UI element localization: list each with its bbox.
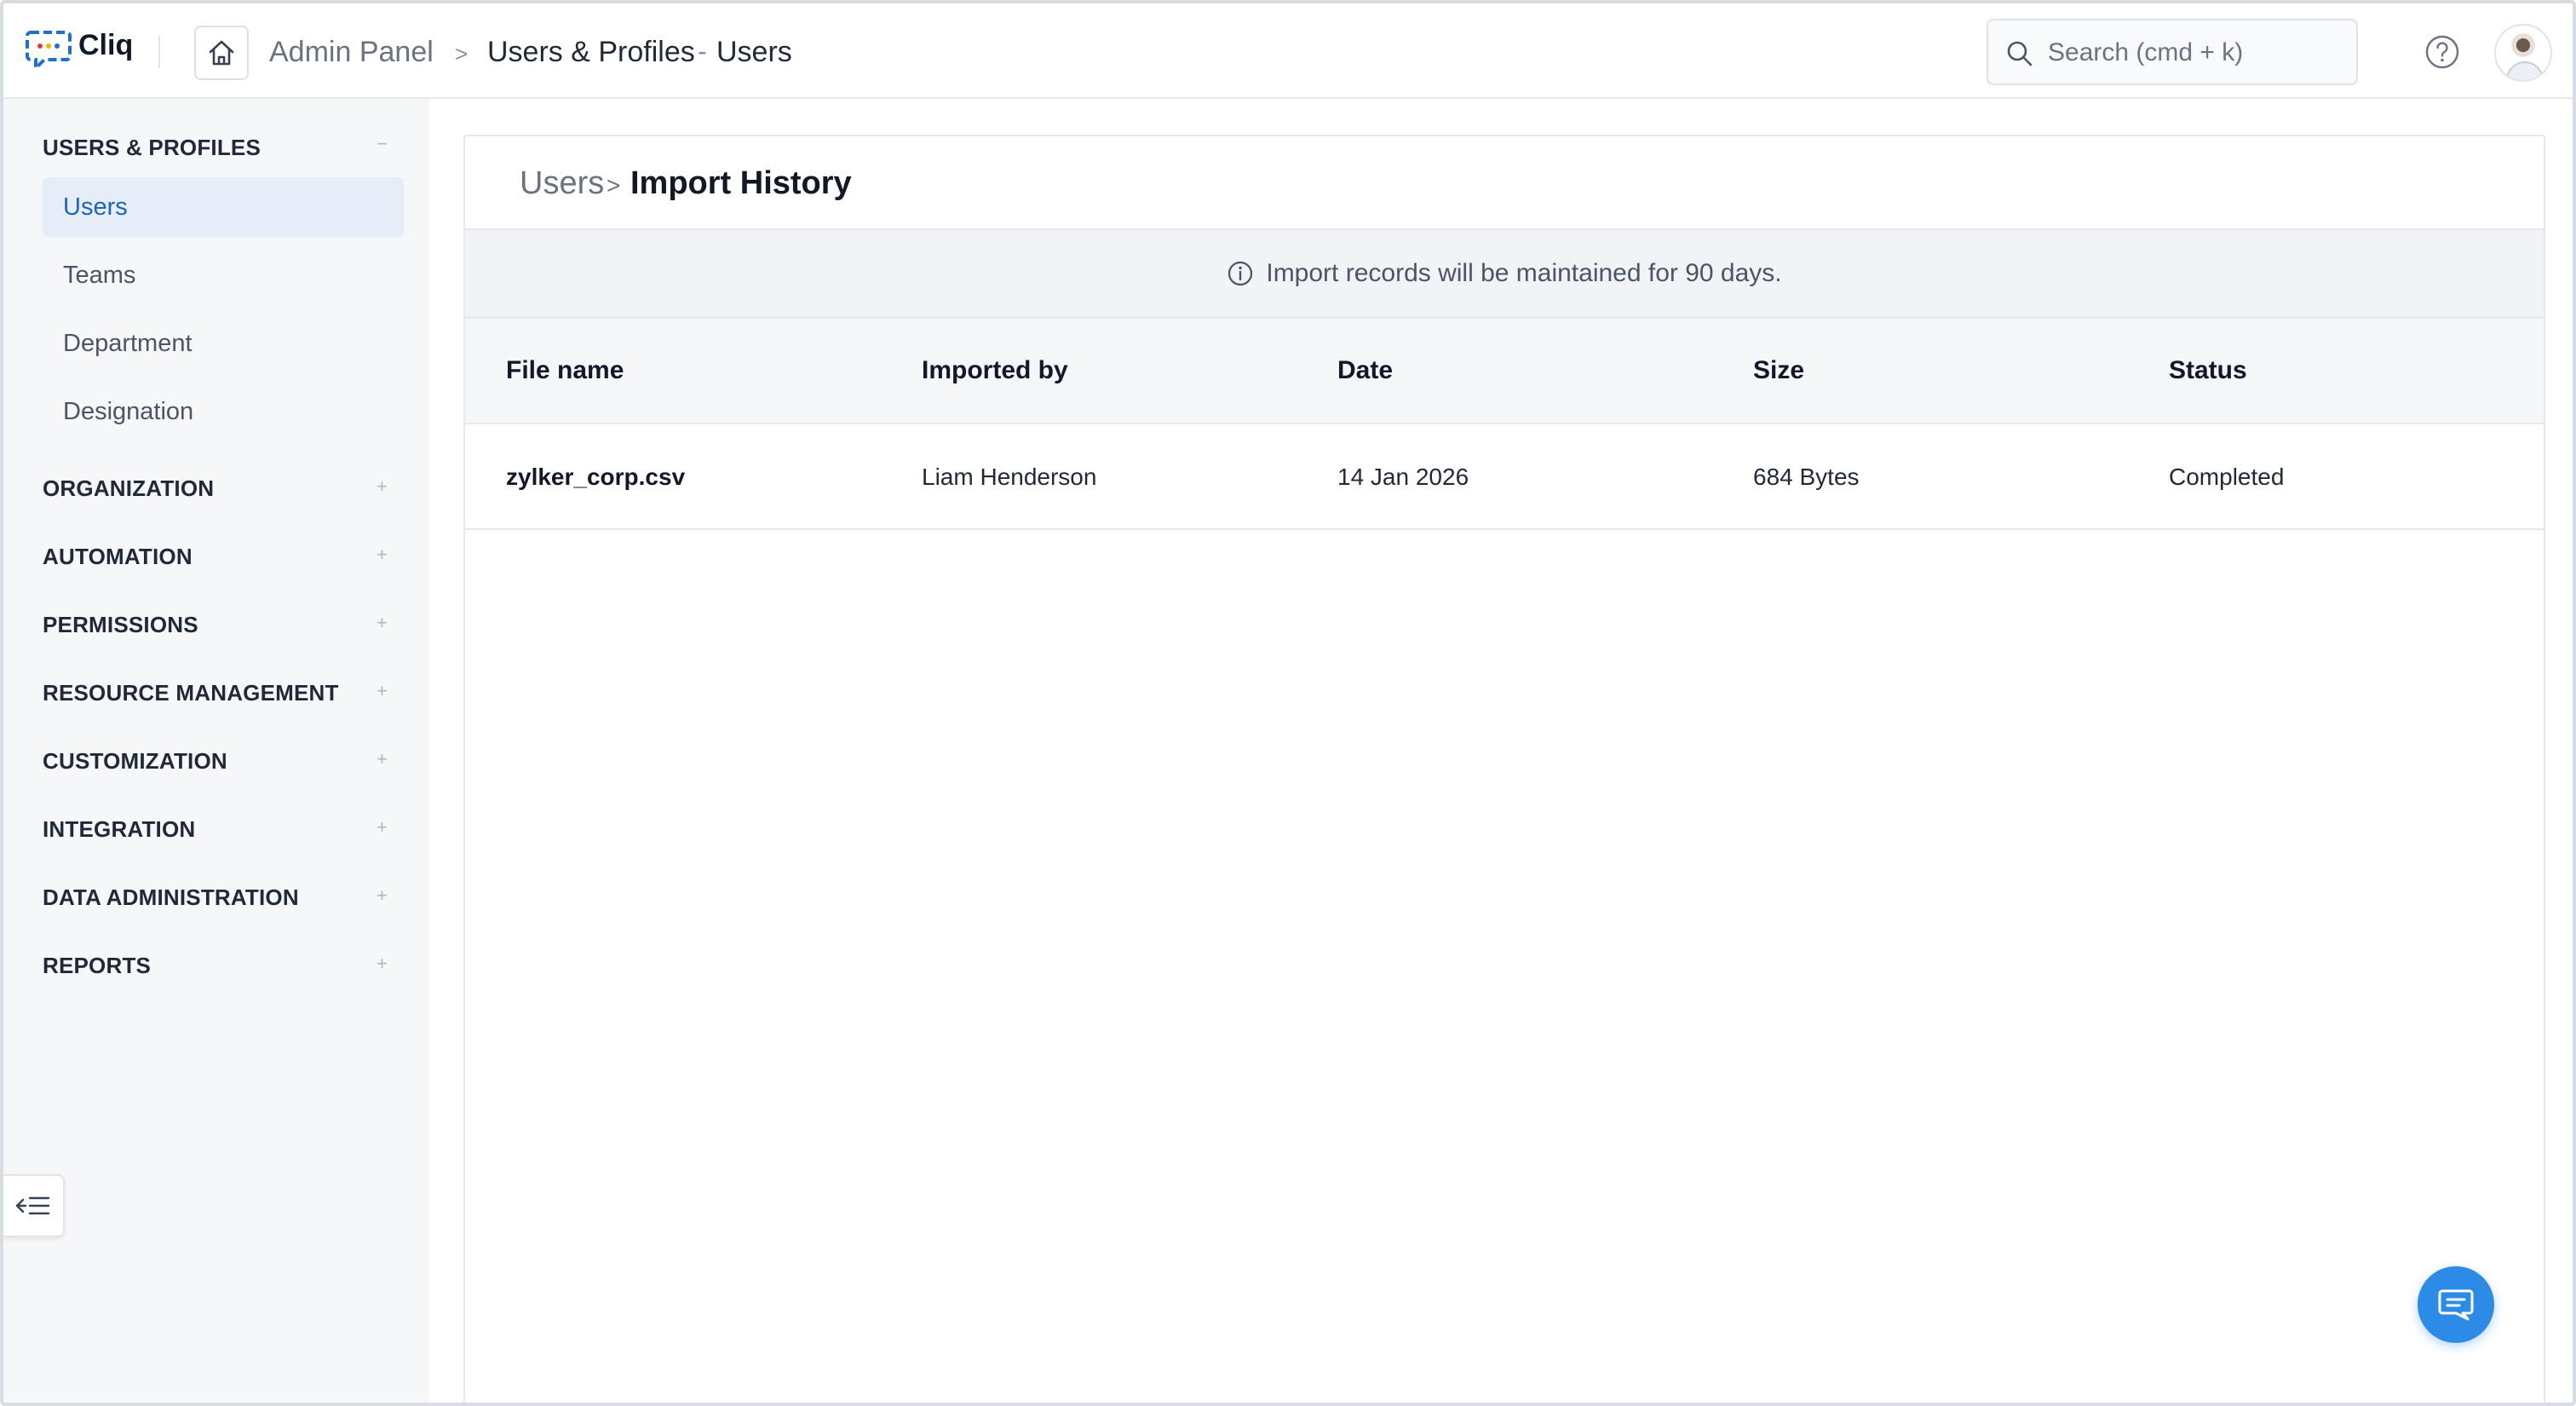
notice-text: Import records will be maintained for 90… [1266,259,1782,287]
collapse-sidebar-button[interactable] [3,1174,65,1237]
cell-size: 684 Bytes [1753,464,1860,490]
sidebar-item-department[interactable]: Department [43,314,404,373]
sidebar-group-organization[interactable]: ORGANIZATION [43,475,214,502]
table-row[interactable]: zylker_corp.csv Liam Henderson 14 Jan 20… [465,424,2544,530]
column-header-imported-by: Imported by [922,356,1068,384]
search-icon [2007,41,2033,66]
expand-group-icon[interactable]: + [377,816,388,838]
column-header-date: Date [1337,356,1394,384]
sidebar-item-teams[interactable]: Teams [43,245,404,305]
card-breadcrumb-users[interactable]: Users [520,165,604,202]
sidebar-group-data-administration[interactable]: DATA ADMINISTRATION [43,885,299,911]
expand-group-icon[interactable]: + [377,612,388,634]
search-box[interactable] [1987,19,2358,85]
sidebar-group-permissions[interactable]: PERMISSIONS [43,612,198,638]
expand-group-icon[interactable]: + [377,475,388,498]
expand-group-icon[interactable]: + [377,544,388,566]
cell-imported-by: Liam Henderson [922,464,1097,490]
breadcrumb-admin-panel[interactable]: Admin Panel [269,36,434,69]
column-header-status: Status [2169,356,2247,384]
sidebar: USERS & PROFILES − Users Teams Departmen… [3,99,429,1403]
collapse-group-icon[interactable]: − [377,133,388,155]
sidebar-item-users[interactable]: Users [43,177,404,237]
avatar[interactable] [2494,24,2552,82]
app-name: Cliq [78,29,134,61]
chat-icon [2438,1289,2474,1321]
column-header-file-name: File name [506,356,624,384]
breadcrumb-dash: - [698,36,707,66]
retention-notice: Import records will be maintained for 90… [465,230,2544,319]
cell-date: 14 Jan 2026 [1337,464,1469,490]
chat-button[interactable] [2418,1266,2494,1343]
app-window: Cliq Admin Panel > Users & Profiles - Us… [0,0,2576,1406]
import-history-card: Users > Import History Import records wi… [463,135,2545,1403]
expand-group-icon[interactable]: + [377,748,388,770]
sidebar-group-reports[interactable]: REPORTS [43,953,151,979]
column-header-size: Size [1753,356,1805,384]
help-icon[interactable] [2424,34,2460,70]
sidebar-item-designation[interactable]: Designation [43,382,404,441]
sidebar-group-resource-management[interactable]: RESOURCE MANAGEMENT [43,680,339,706]
card-breadcrumb-separator: > [607,172,621,199]
collapse-sidebar-icon [15,1196,50,1215]
sidebar-group-integration[interactable]: INTEGRATION [43,816,195,843]
home-button[interactable] [194,26,249,80]
top-bar: Cliq Admin Panel > Users & Profiles - Us… [3,3,2573,99]
sidebar-group-automation[interactable]: AUTOMATION [43,544,193,570]
cell-status: Completed [2169,464,2285,490]
cliq-logo-icon[interactable] [26,29,72,72]
breadcrumb-separator: > [455,41,469,66]
cell-file-name: zylker_corp.csv [506,464,686,490]
sidebar-group-users-profiles[interactable]: USERS & PROFILES [43,135,261,161]
sidebar-group-customization[interactable]: CUSTOMIZATION [43,748,227,775]
table-header: File name Imported by Date Size Status [465,319,2544,424]
home-icon [209,40,234,66]
page-title: Import History [630,165,852,201]
expand-group-icon[interactable]: + [377,885,388,907]
expand-group-icon[interactable]: + [377,680,388,702]
expand-group-icon[interactable]: + [377,953,388,975]
info-icon [1228,261,1253,286]
divider [158,36,160,68]
search-input[interactable] [2048,32,2337,73]
breadcrumb-section[interactable]: Users & Profiles [487,36,695,69]
card-header: Users > Import History [465,136,2544,230]
avatar-figure [2506,61,2544,80]
breadcrumb-page: Users [716,36,792,68]
